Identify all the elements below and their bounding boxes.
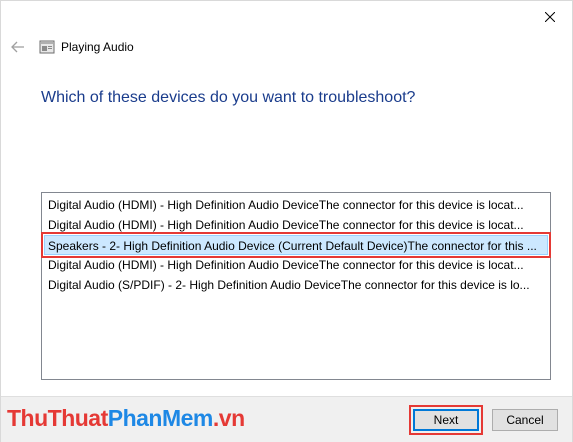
list-item-device-2[interactable]: Digital Audio (HDMI) - High Definition A…	[42, 215, 550, 235]
watermark: ThuThuatPhanMem.vn	[7, 405, 245, 432]
wizard-title: Playing Audio	[61, 40, 134, 54]
page-heading: Which of these devices do you want to tr…	[41, 89, 416, 106]
troubleshooter-app-icon	[39, 40, 55, 54]
watermark-part-3: .vn	[212, 405, 245, 431]
list-item-device-1[interactable]: Digital Audio (HDMI) - High Definition A…	[42, 195, 550, 215]
back-button[interactable]	[9, 39, 27, 55]
device-list[interactable]: Digital Audio (HDMI) - High Definition A…	[41, 192, 551, 380]
close-button[interactable]	[536, 5, 564, 29]
back-arrow-icon	[11, 41, 24, 53]
cancel-button[interactable]: Cancel	[492, 409, 558, 431]
close-icon	[545, 12, 555, 22]
list-item-device-5[interactable]: Digital Audio (S/PDIF) - 2- High Definit…	[42, 275, 550, 295]
list-item-device-3-selected[interactable]: Speakers - 2- High Definition Audio Devi…	[41, 232, 551, 258]
watermark-part-2: PhanMem	[107, 405, 214, 431]
troubleshooter-window: Playing Audio Which of these devices do …	[0, 0, 573, 442]
list-item-device-4[interactable]: Digital Audio (HDMI) - High Definition A…	[42, 255, 550, 275]
next-button[interactable]: Next	[409, 405, 483, 435]
watermark-part-1: ThuThuat	[7, 405, 108, 431]
